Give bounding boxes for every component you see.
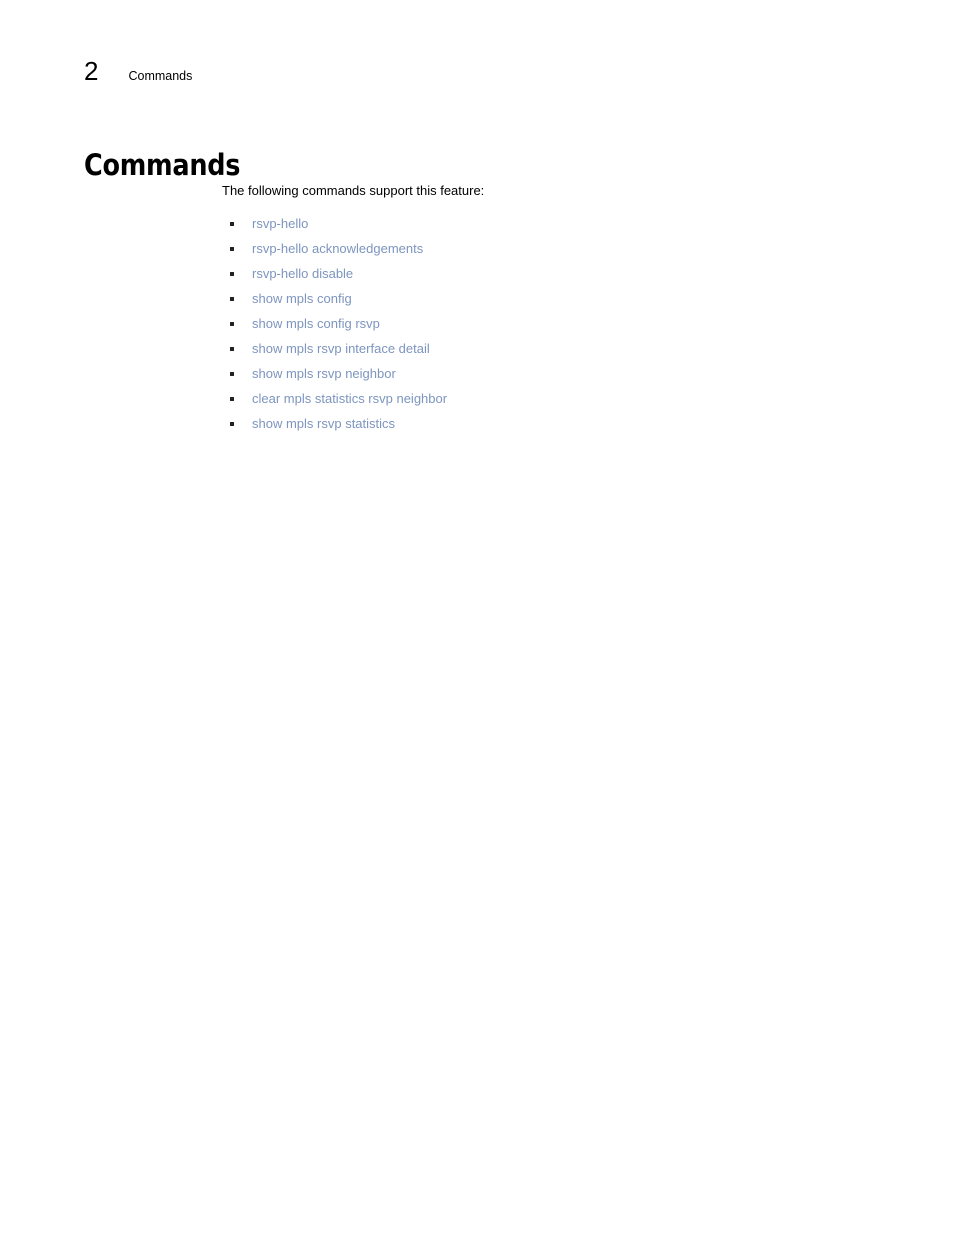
- bullet-icon: [230, 272, 234, 276]
- bullet-icon: [230, 422, 234, 426]
- bullet-icon: [230, 347, 234, 351]
- command-link-list: rsvp-hello rsvp-hello acknowledgements r…: [222, 211, 842, 436]
- bullet-icon: [230, 397, 234, 401]
- list-item: show mpls config rsvp: [222, 311, 842, 336]
- command-link[interactable]: clear mpls statistics rsvp neighbor: [252, 391, 447, 406]
- command-link[interactable]: show mpls rsvp neighbor: [252, 366, 396, 381]
- chapter-number: 2: [84, 56, 99, 86]
- list-item: rsvp-hello acknowledgements: [222, 236, 842, 261]
- command-link[interactable]: show mpls rsvp statistics: [252, 416, 395, 431]
- document-page: 2 Commands Commands The following comman…: [0, 0, 954, 1235]
- command-link[interactable]: show mpls rsvp interface detail: [252, 341, 430, 356]
- list-item: clear mpls statistics rsvp neighbor: [222, 386, 842, 411]
- list-item: show mpls rsvp neighbor: [222, 361, 842, 386]
- command-link[interactable]: show mpls config: [252, 291, 352, 306]
- page-title: Commands: [84, 148, 241, 183]
- bullet-icon: [230, 297, 234, 301]
- list-item: show mpls config: [222, 286, 842, 311]
- command-link[interactable]: show mpls config rsvp: [252, 316, 380, 331]
- bullet-icon: [230, 247, 234, 251]
- body-content: The following commands support this feat…: [222, 182, 842, 436]
- command-link[interactable]: rsvp-hello: [252, 216, 308, 231]
- intro-paragraph: The following commands support this feat…: [222, 183, 485, 198]
- command-link[interactable]: rsvp-hello acknowledgements: [252, 241, 423, 256]
- list-item: rsvp-hello: [222, 211, 842, 236]
- bullet-icon: [230, 222, 234, 226]
- list-item: show mpls rsvp interface detail: [222, 336, 842, 361]
- bullet-icon: [230, 322, 234, 326]
- running-header: 2 Commands: [84, 58, 192, 84]
- list-item: show mpls rsvp statistics: [222, 411, 842, 436]
- running-header-title: Commands: [128, 69, 193, 83]
- list-item: rsvp-hello disable: [222, 261, 842, 286]
- command-link[interactable]: rsvp-hello disable: [252, 266, 353, 281]
- bullet-icon: [230, 372, 234, 376]
